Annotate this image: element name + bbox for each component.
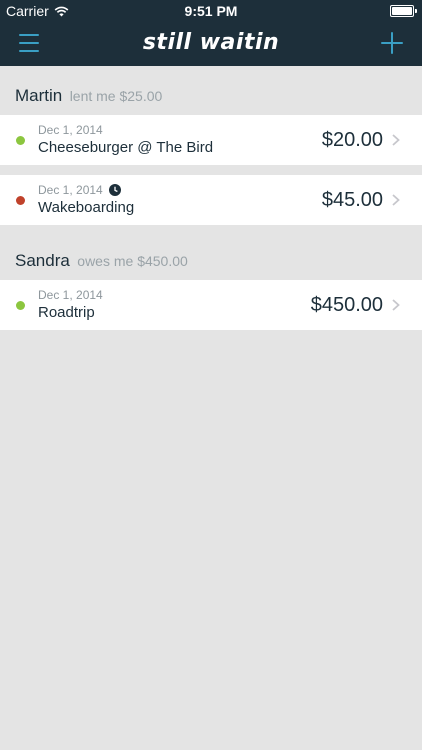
battery-icon (390, 5, 417, 17)
status-dot-icon (16, 196, 25, 205)
group-header-martin: Martin lent me $25.00 (0, 66, 422, 115)
item-date-text: Dec 1, 2014 (38, 123, 103, 137)
navigation-bar: still waitin (0, 22, 422, 66)
debts-list: Martin lent me $25.00 Dec 1, 2014 Cheese… (0, 66, 422, 330)
chevron-right-icon (392, 299, 400, 311)
chevron-right-icon (392, 134, 400, 146)
item-title: Roadtrip (38, 304, 95, 321)
item-amount: $20.00 (321, 129, 383, 151)
person-name: Sandra (15, 251, 70, 270)
item-date: Dec 1, 2014 (38, 123, 103, 137)
add-plus-icon[interactable] (381, 32, 403, 54)
item-amount: $450.00 (310, 294, 383, 316)
person-name: Martin (15, 86, 63, 105)
status-dot-icon (16, 136, 25, 145)
group-header-sandra: Sandra owes me $450.00 (0, 225, 422, 280)
item-date-text: Dec 1, 2014 (38, 183, 103, 197)
item-amount: $45.00 (321, 189, 383, 211)
chevron-right-icon (392, 194, 400, 206)
item-date: Dec 1, 2014 (38, 183, 121, 197)
status-time: 9:51 PM (184, 3, 238, 19)
list-item[interactable]: Dec 1, 2014 Cheeseburger @ The Bird $20.… (0, 115, 422, 165)
item-date: Dec 1, 2014 (38, 288, 103, 302)
app-title: still waitin (142, 30, 280, 55)
list-item[interactable]: Dec 1, 2014 Roadtrip $450.00 (0, 280, 422, 330)
top-bar: Carrier 9:51 PM still waitin (0, 0, 422, 66)
list-item[interactable]: Dec 1, 2014 Wakeboarding $45.00 (0, 175, 422, 225)
clock-icon (108, 184, 121, 196)
item-title: Wakeboarding (38, 199, 135, 216)
item-title: Cheeseburger @ The Bird (38, 139, 214, 156)
status-dot-icon (16, 301, 25, 310)
person-summary: owes me $450.00 (77, 253, 188, 269)
item-date-text: Dec 1, 2014 (38, 288, 103, 302)
status-bar: Carrier 9:51 PM (0, 0, 422, 22)
person-summary: lent me $25.00 (69, 88, 163, 104)
